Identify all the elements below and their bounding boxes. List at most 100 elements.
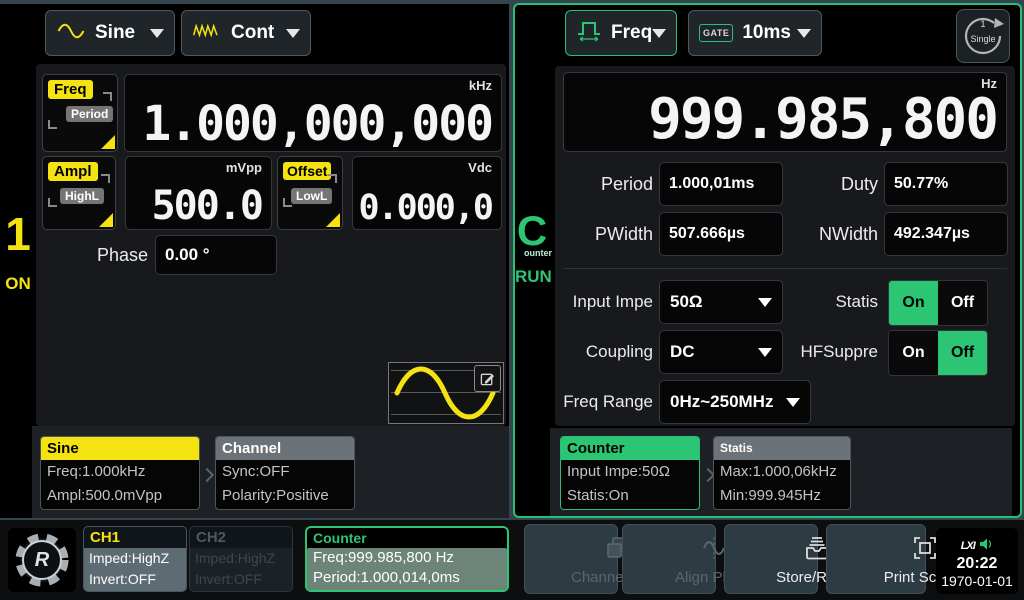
freq-range-label: Freq Range xyxy=(555,380,653,424)
freq-range-select[interactable]: 0Hz~250MHz xyxy=(659,380,811,424)
align-phase-button[interactable]: Align Phase xyxy=(622,524,716,594)
counter-status-box[interactable]: Counter Freq:999.985,800 Hz Period:1.000… xyxy=(305,526,509,592)
chevron-down-icon xyxy=(797,29,811,38)
chevron-right-icon xyxy=(200,468,214,482)
counter-info-strip: Counter Input Impe:50Ω Statis:On Statis … xyxy=(550,428,1012,516)
ch2-status-box[interactable]: CH2 Imped:HighZ Invert:OFF xyxy=(189,526,293,592)
freq-unit: kHz xyxy=(469,78,492,93)
waveform-preview[interactable] xyxy=(388,362,504,424)
single-trigger-button[interactable]: 1 Single xyxy=(956,9,1010,63)
lowlevel-chip[interactable]: LowL xyxy=(291,188,332,204)
screen: 1 ON Sine Cont Freq Period xyxy=(0,0,1024,600)
waveform-select[interactable]: Sine xyxy=(45,10,175,56)
single-count: 1 xyxy=(957,19,1009,29)
mode-select[interactable]: Cont xyxy=(181,10,311,56)
offset-value: 0.000,0 xyxy=(358,191,492,226)
channel-info-title: Channel xyxy=(216,437,354,460)
pwidth-label: PWidth xyxy=(555,212,653,256)
counter-status-tab: Counter xyxy=(307,528,507,548)
ampl-value: 500.0 xyxy=(152,186,262,226)
duty-label: Duty xyxy=(795,162,878,206)
counter-panel: C ounter RUN Freq GATE 10ms 1 Single xyxy=(513,3,1022,518)
channel-info-box[interactable]: Channel Sync:OFF Polarity:Positive xyxy=(215,436,355,510)
counter-big-letter: C ounter xyxy=(515,207,549,255)
ampl-param-button[interactable]: Ampl HighL xyxy=(42,156,116,230)
offset-display[interactable]: Vdc 0.000,0 xyxy=(352,156,502,230)
offset-param-button[interactable]: Offset LowL xyxy=(277,156,343,230)
corner-bracket xyxy=(48,198,57,207)
ch1-invert: Invert:OFF xyxy=(84,569,186,590)
statis-off-button[interactable]: Off xyxy=(938,281,987,325)
channel1-card: Freq Period kHz 1.000,000,000 Ampl HighL… xyxy=(36,64,506,426)
home-menu-button[interactable]: R xyxy=(8,528,76,592)
counter-card: Hz 999.985,800 Period 1.000,01ms Duty 50… xyxy=(555,66,1015,426)
corner-bracket xyxy=(328,174,337,183)
phase-label: Phase xyxy=(68,233,148,277)
freq-param-button[interactable]: Freq Period xyxy=(42,74,118,152)
ch1-status-box[interactable]: CH1 Imped:HighZ Invert:OFF xyxy=(83,526,187,592)
period-chip[interactable]: Period xyxy=(66,106,113,122)
freq-display[interactable]: kHz 1.000,000,000 xyxy=(124,74,502,152)
corner-bracket xyxy=(101,174,110,183)
hfsuppre-toggle: On Off xyxy=(888,330,988,376)
continuous-wave-icon xyxy=(192,21,222,46)
duty-readout: 50.77% xyxy=(884,162,1008,206)
corner-triangle-icon xyxy=(326,213,340,227)
ch1-impedance: Imped:HighZ xyxy=(84,548,186,569)
corner-bracket xyxy=(48,120,57,129)
phase-input[interactable]: 0.00 ° xyxy=(155,235,277,275)
divider xyxy=(563,268,1007,269)
edit-icon xyxy=(480,371,495,386)
nwidth-label: NWidth xyxy=(795,212,878,256)
counter-info-impedance: Input Impe:50Ω xyxy=(561,460,699,484)
highlevel-chip[interactable]: HighL xyxy=(60,188,104,204)
input-impedance-select[interactable]: 50Ω xyxy=(659,280,783,324)
input-impedance-value: 50Ω xyxy=(670,292,703,312)
lxi-logo: LXI xyxy=(961,540,975,552)
sine-info-box[interactable]: Sine Freq:1.000kHz Ampl:500.0mVpp xyxy=(40,436,200,510)
ampl-display[interactable]: mVpp 500.0 xyxy=(125,156,272,230)
ch2-invert: Invert:OFF xyxy=(190,569,292,590)
counter-status-period: Period:1.000,014,0ms xyxy=(307,568,507,588)
corner-bracket xyxy=(283,198,292,207)
waveform-select-label: Sine xyxy=(95,22,135,44)
store-recall-button[interactable]: Store/Recall xyxy=(724,524,818,594)
counter-indicator[interactable]: C ounter RUN xyxy=(515,207,549,287)
hfsuppre-off-button[interactable]: Off xyxy=(938,331,987,375)
hfsuppre-on-button[interactable]: On xyxy=(889,331,938,375)
gate-badge: GATE xyxy=(699,24,733,42)
ampl-unit: mVpp xyxy=(226,160,262,175)
counter-mode-label: Freq xyxy=(611,22,652,44)
corner-triangle-icon xyxy=(101,135,115,149)
system-status-box[interactable]: LXI 20:22 1970-01-01 xyxy=(936,528,1018,594)
coupling-select[interactable]: DC xyxy=(659,330,783,374)
gate-select[interactable]: GATE 10ms xyxy=(688,10,822,56)
chevron-down-icon xyxy=(786,398,800,407)
pwidth-readout: 507.666µs xyxy=(659,212,783,256)
counter-main-display: Hz 999.985,800 xyxy=(563,72,1007,152)
mode-select-label: Cont xyxy=(231,22,274,44)
print-screen-button[interactable]: Print Screen xyxy=(826,524,926,594)
channel1-indicator[interactable]: 1 ON xyxy=(0,210,36,294)
counter-info-box[interactable]: Counter Input Impe:50Ω Statis:On xyxy=(560,436,700,510)
period-readout: 1.000,01ms xyxy=(659,162,783,206)
date: 1970-01-01 xyxy=(936,573,1018,589)
counter-display-value: 999.985,800 xyxy=(648,92,997,148)
edit-waveform-button[interactable] xyxy=(474,365,501,392)
ch1-tab: CH1 xyxy=(84,527,186,548)
ampl-chip: Ampl xyxy=(48,162,98,181)
input-impedance-label: Input Impe xyxy=(555,280,653,324)
statis-info-max: Max:1.000,06kHz xyxy=(714,460,850,484)
channel-copy-button[interactable]: Channel Copy xyxy=(524,524,618,594)
chevron-down-icon xyxy=(758,298,772,307)
chevron-down-icon xyxy=(150,29,164,38)
channel1-number: 1 xyxy=(0,210,36,258)
statis-info-box[interactable]: Statis Max:1.000,06kHz Min:999.945Hz xyxy=(713,436,851,510)
channel-info-sync: Sync:OFF xyxy=(216,460,354,484)
bottom-bar: R CH1 Imped:HighZ Invert:OFF CH2 Imped:H… xyxy=(0,520,1024,600)
counter-mode-select[interactable]: Freq xyxy=(565,10,677,56)
sine-info-title: Sine xyxy=(41,437,199,460)
chevron-down-icon xyxy=(652,29,666,38)
statis-on-button[interactable]: On xyxy=(889,281,938,325)
ch2-impedance: Imped:HighZ xyxy=(190,548,292,569)
